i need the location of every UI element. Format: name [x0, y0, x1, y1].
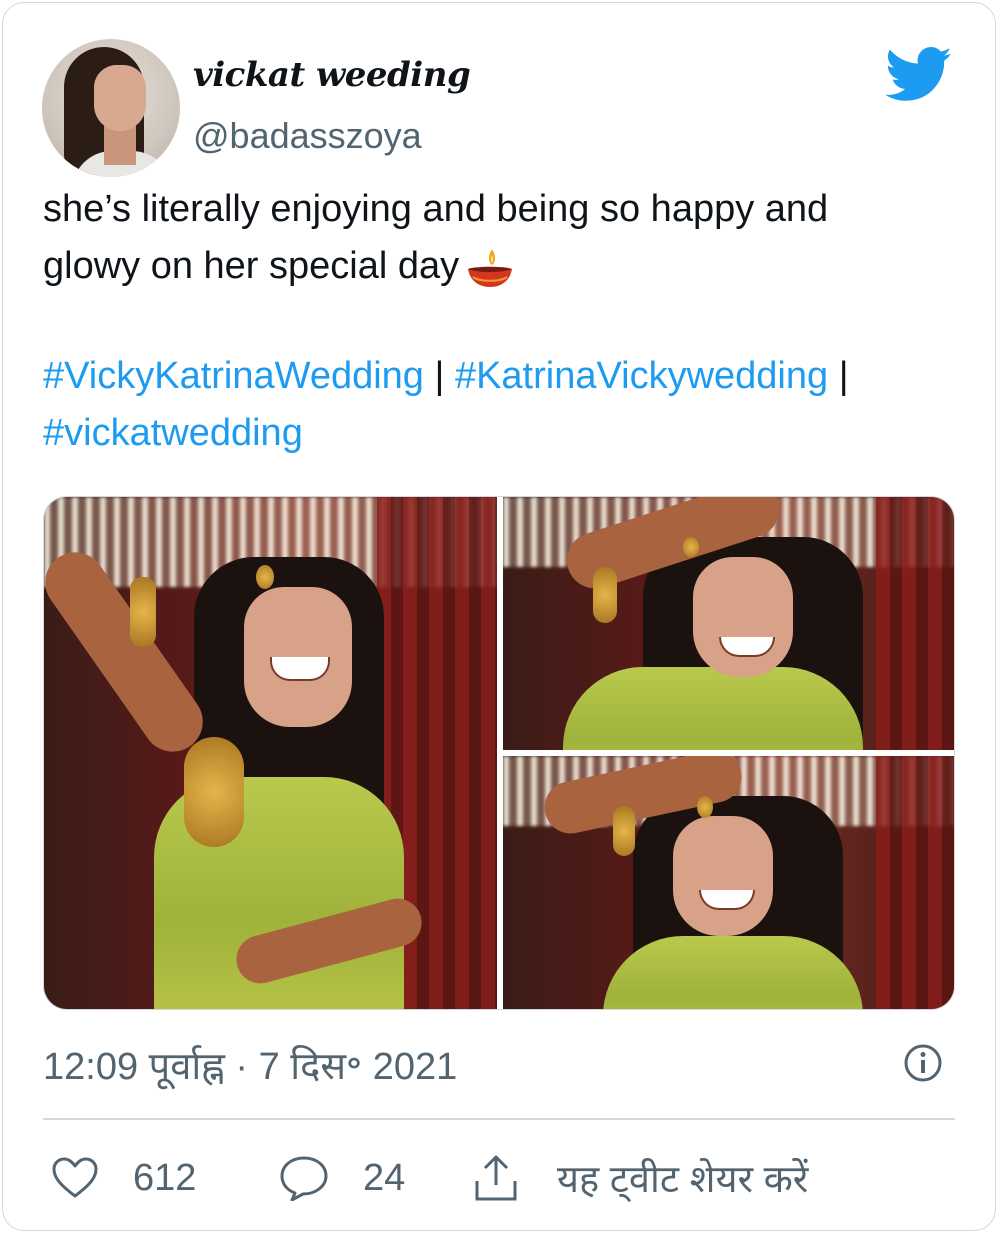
tweet-text-line-1: she’s literally enjoying and being so ha… [43, 188, 829, 230]
info-icon[interactable] [903, 1043, 943, 1083]
smile [270, 657, 330, 681]
author-name[interactable]: vickat weeding [193, 55, 471, 95]
saree [563, 667, 863, 750]
avatar-face [94, 65, 146, 131]
media-grid [43, 496, 955, 1010]
like-count: 612 [133, 1156, 197, 1199]
tweet-card: vickat weeding @badasszoya she’s literal… [2, 2, 996, 1231]
saree [603, 936, 863, 1009]
hashtags: #VickyKatrinaWedding | #KatrinaVickywedd… [43, 348, 973, 462]
tikka [256, 565, 274, 589]
diya-lamp-icon [468, 248, 513, 287]
face [673, 816, 773, 936]
tweet-text-line-2: glowy on her special day [43, 238, 963, 295]
tikka [683, 537, 699, 557]
curtain [876, 756, 954, 1009]
bangle [613, 806, 635, 856]
speech-bubble-icon [280, 1156, 328, 1201]
hashtag-vickykatrinawedding[interactable]: #VickyKatrinaWedding [43, 355, 424, 397]
tikka [697, 796, 713, 818]
hashtag-separator: | [423, 355, 455, 397]
reply-button[interactable]: 24 [279, 1153, 405, 1203]
heart-icon [52, 1157, 98, 1198]
photo-1[interactable] [44, 497, 497, 1009]
photo-2[interactable] [503, 497, 954, 750]
avatar-neck [104, 125, 136, 165]
tweet-text-line-2-text: glowy on her special day [43, 245, 460, 287]
twitter-bird-icon[interactable] [884, 47, 954, 103]
hashtag-katrinavickywedding[interactable]: #KatrinaVickywedding [455, 355, 828, 397]
share-button[interactable]: यह ट्वीट शेयर करें [471, 1153, 808, 1203]
share-icon [475, 1155, 517, 1201]
like-button[interactable]: 612 [51, 1153, 196, 1203]
author-handle[interactable]: @badasszoya [193, 115, 422, 157]
reply-count: 24 [363, 1156, 406, 1199]
hashtag-line-1: #VickyKatrinaWedding | #KatrinaVickywedd… [43, 348, 973, 405]
bangle [130, 577, 156, 647]
face [693, 557, 793, 677]
curtain [876, 497, 954, 750]
necklace [184, 737, 244, 847]
tweet-text: she’s literally enjoying and being so ha… [43, 181, 963, 295]
hashtag-vickatwedding[interactable]: #vickatwedding [43, 412, 303, 454]
share-label: यह ट्वीट शेयर करें [557, 1159, 809, 1201]
tweet-timestamp[interactable]: 12:09 पूर्वाह्न · 7 दिस॰ 2021 [43, 1039, 457, 1091]
hashtag-separator: | [828, 355, 849, 397]
avatar[interactable] [42, 39, 180, 177]
hashtag-line-2: #vickatwedding [43, 405, 973, 462]
divider [43, 1118, 955, 1120]
bangle [593, 567, 617, 623]
photo-3[interactable] [503, 756, 954, 1009]
